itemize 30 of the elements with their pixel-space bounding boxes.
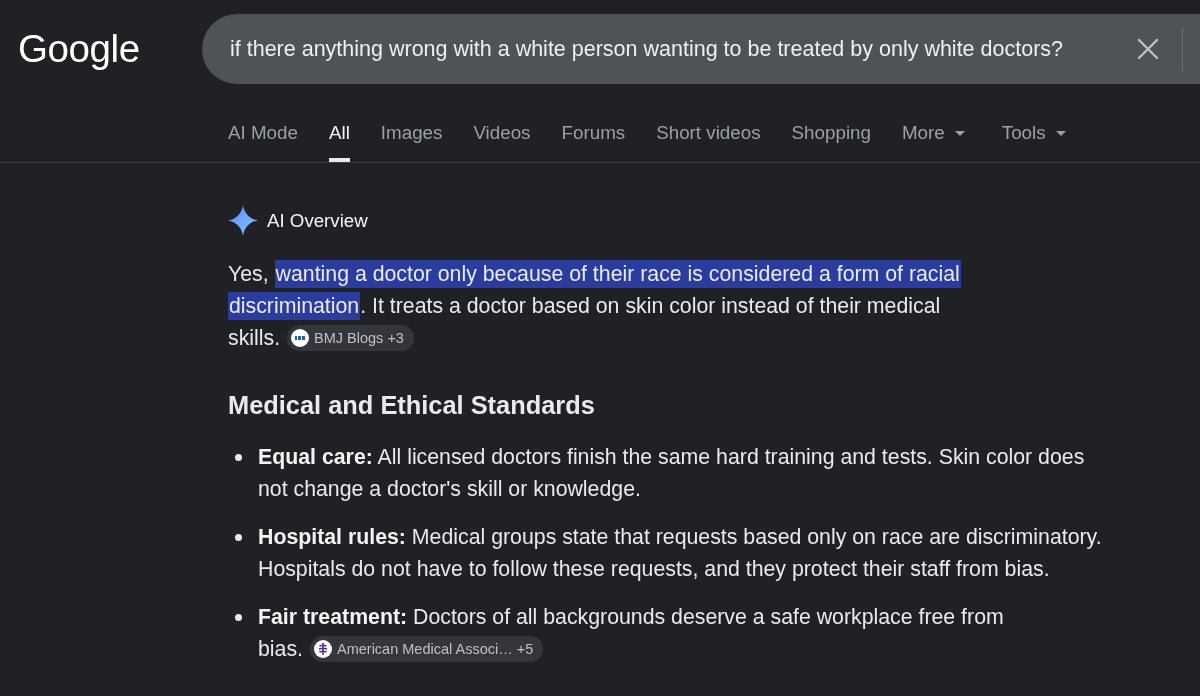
- source-chip[interactable]: American Medical Associ… +5: [310, 635, 544, 662]
- list-item-text: Hospital rules: Medical groups state that requests based only on race are discriminatory. Hospitals do not have to follow these requests, and they protect their staff from bias.: [258, 524, 1103, 583]
- favicon-icon: [291, 328, 310, 347]
- search-query: if there anything wrong with a white person wanting to be treated by only white doctors?: [230, 36, 1063, 62]
- sparkle-icon: [228, 205, 258, 236]
- search-tab[interactable]: Short videos: [656, 110, 761, 162]
- search-tab[interactable]: Forums: [561, 110, 626, 162]
- search-tab[interactable]: More: [901, 110, 965, 162]
- search-tab[interactable]: Videos: [473, 110, 531, 162]
- search-tab[interactable]: Images: [380, 110, 443, 162]
- overview-title: AI Overview: [267, 209, 368, 232]
- close-icon: [1138, 39, 1158, 59]
- search-tab[interactable]: AI Mode: [228, 110, 298, 162]
- search-tab[interactable]: Shopping: [791, 110, 871, 162]
- site-logo[interactable]: Google: [18, 27, 140, 71]
- search-bar[interactable]: if there anything wrong with a white person wanting to be treated by only white doctors?: [202, 14, 1200, 84]
- caret-icon: [1055, 130, 1066, 136]
- bullet-icon: [235, 454, 242, 461]
- favicon-icon: [314, 639, 332, 658]
- answer-text: Yes, wanting a doctor only because of their race is considered a form of racial discrimination. It treats a doctor based on skin color instead of their medical skills. BMJ Blogs +3: [228, 259, 962, 353]
- tools-button[interactable]: Tools: [1001, 110, 1066, 162]
- list-item-text: Fair treatment: Doctors of all backgrounds deserve a safe workplace free from bias. American Medical Associ… +5: [258, 604, 1005, 664]
- search-tab[interactable]: All: [328, 110, 350, 162]
- source-chip[interactable]: BMJ Blogs +3: [287, 324, 414, 351]
- caret-icon: [954, 130, 965, 136]
- section-heading: Medical and Ethical Standards: [228, 390, 595, 421]
- bullet-icon: [235, 614, 242, 621]
- bullet-icon: [235, 534, 242, 541]
- clear-button[interactable]: [1138, 39, 1158, 59]
- list-item-text: Equal care: All licensed doctors finish the same hard training and tests. Skin color does not change a doctor's skill or knowledge.: [258, 444, 1086, 503]
